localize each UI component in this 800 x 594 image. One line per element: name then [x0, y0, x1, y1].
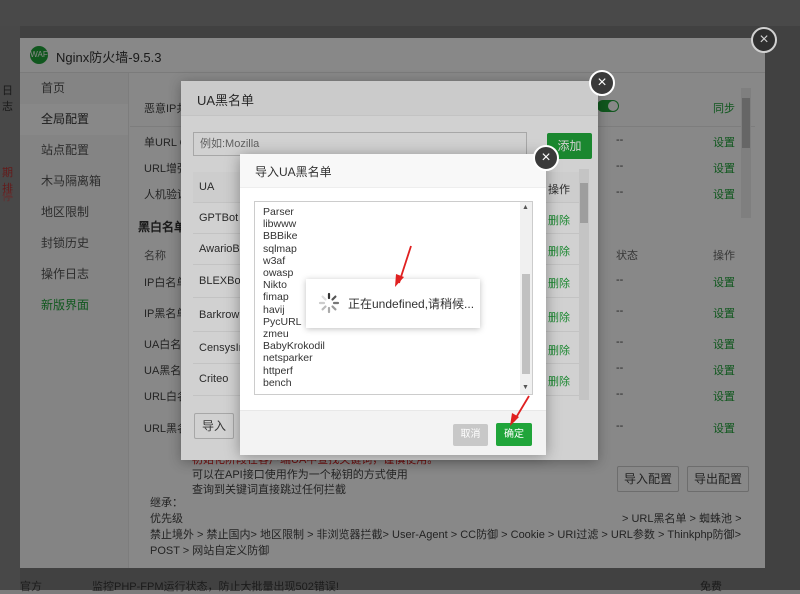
annotation-arrows [395, 245, 530, 426]
arrow-to-loading-icon [395, 245, 412, 287]
arrow-to-confirm-icon [510, 395, 530, 426]
